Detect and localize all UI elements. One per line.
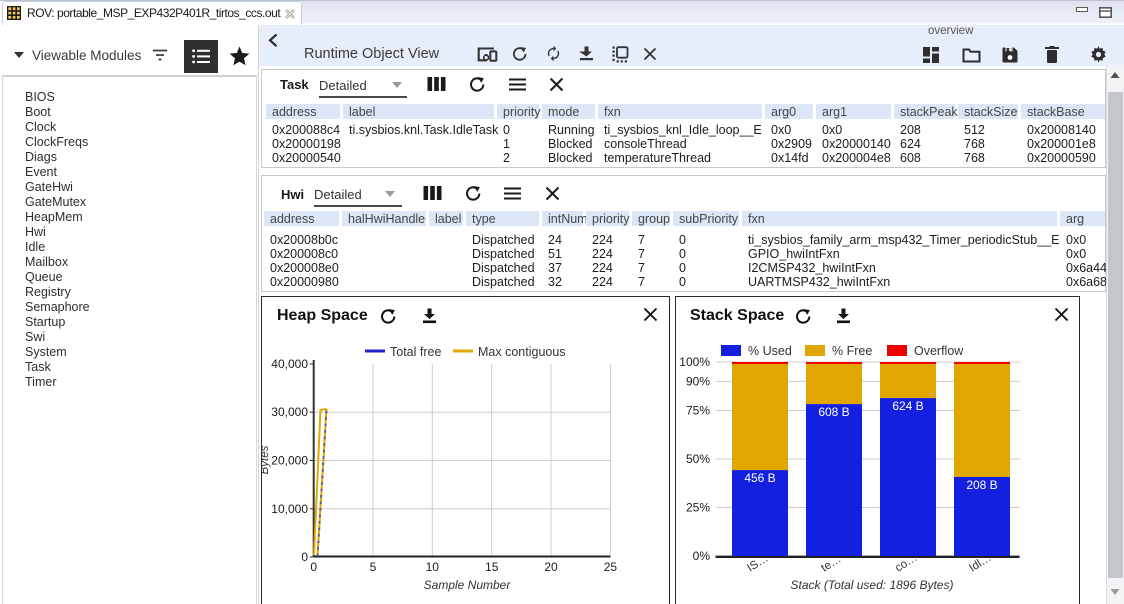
svg-text:0: 0 [301, 550, 308, 564]
svg-text:15: 15 [485, 560, 499, 574]
svg-text:25: 25 [604, 560, 618, 574]
svg-text:40,000: 40,000 [271, 357, 308, 371]
svg-text:100%: 100% [679, 355, 710, 369]
svg-text:Overflow: Overflow [914, 344, 964, 358]
svg-text:20: 20 [544, 560, 558, 574]
svg-text:208 B: 208 B [966, 478, 997, 492]
svg-text:Bytes: Bytes [262, 445, 271, 474]
svg-text:75%: 75% [686, 404, 710, 418]
svg-text:Max contiguous: Max contiguous [478, 345, 566, 359]
svg-text:% Free: % Free [832, 344, 872, 358]
svg-text:608 B: 608 B [818, 405, 849, 419]
svg-text:5: 5 [370, 560, 377, 574]
svg-text:90%: 90% [686, 374, 710, 388]
svg-text:30,000: 30,000 [271, 405, 308, 419]
svg-text:20,000: 20,000 [271, 454, 308, 468]
svg-text:624 B: 624 B [892, 399, 923, 413]
svg-text:0%: 0% [693, 549, 711, 563]
svg-text:10,000: 10,000 [271, 502, 308, 516]
svg-text:456 B: 456 B [744, 471, 775, 485]
svg-text:25%: 25% [686, 501, 710, 515]
svg-text:Stack (Total used: 1896 Bytes): Stack (Total used: 1896 Bytes) [791, 578, 954, 592]
svg-text:% Used: % Used [748, 344, 792, 358]
svg-text:Sample Number: Sample Number [424, 578, 512, 592]
svg-text:50%: 50% [686, 452, 710, 466]
svg-text:Total free: Total free [390, 345, 441, 359]
svg-text:10: 10 [426, 560, 440, 574]
svg-text:0: 0 [310, 560, 317, 574]
